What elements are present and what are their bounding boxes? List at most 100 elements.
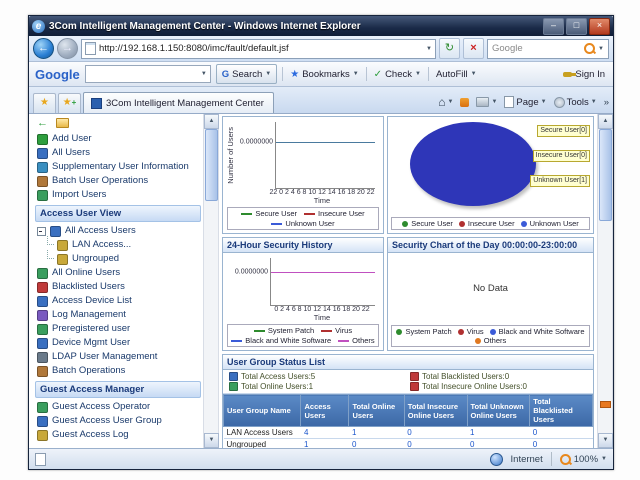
sidebar-item-log-management[interactable]: Log Management — [35, 308, 203, 322]
add-favorite-button[interactable]: ★+ — [58, 93, 81, 113]
column-header[interactable]: Access Users — [301, 395, 349, 427]
sidebar-item-import-users[interactable]: Import Users — [35, 188, 203, 202]
blacklist-icon — [37, 282, 48, 293]
sidebar-scrollbar[interactable]: ▲ ▼ — [203, 114, 219, 448]
tree-collapse-toggle[interactable] — [37, 227, 46, 236]
sidebar-item-preregistered-user[interactable]: Preregistered user — [35, 322, 203, 336]
legend-dot — [521, 221, 527, 227]
sidebar-toolbar: ← — [35, 116, 203, 132]
sidebar-item-blacklisted-users[interactable]: Blacklisted Users — [35, 280, 203, 294]
google-search-button[interactable]: G Search ▼ — [216, 64, 277, 84]
sidebar-item-batch-user-operations[interactable]: Batch User Operations — [35, 174, 203, 188]
sidebar-item-guest-access-operator[interactable]: Guest Access Operator — [35, 400, 203, 414]
column-header[interactable]: Total Online Users — [349, 395, 404, 427]
cell-user-group-name[interactable]: Ungrouped — [224, 439, 301, 449]
page-menu[interactable]: Page▼ — [504, 96, 546, 108]
y-axis-label: Number of Users — [226, 127, 235, 184]
scrollbar-thumb[interactable] — [205, 129, 218, 201]
table-row[interactable]: Ungrouped 1 0 0 0 0 — [224, 439, 593, 449]
bookmarks-button[interactable]: ★ Bookmarks ▼ — [288, 69, 360, 80]
maximize-button[interactable]: □ — [566, 18, 587, 35]
zoom-control[interactable]: 100% ▼ — [560, 454, 607, 465]
sidebar-item-lan-access[interactable]: LAN Access... — [35, 238, 203, 252]
search-icon[interactable] — [584, 43, 595, 54]
minimize-button[interactable]: – — [543, 18, 564, 35]
address-dropdown-icon[interactable]: ▼ — [426, 46, 432, 52]
google-search-input[interactable]: ▼ — [85, 65, 211, 83]
google-search-dropdown-icon[interactable]: ▼ — [201, 71, 207, 77]
browser-tab[interactable]: 3Com Intelligent Management Center — [83, 92, 274, 113]
column-header[interactable]: Total Insecure Online Users — [404, 395, 467, 427]
batch-operations-icon — [37, 366, 48, 377]
user-pie-chart-panel: Secure User[0] Insecure User[0] Unknown … — [387, 116, 594, 234]
column-header[interactable]: User Group Name — [224, 395, 301, 427]
home-button[interactable]: ⌂▼ — [438, 95, 453, 109]
sidebar-item-ungrouped[interactable]: Ungrouped — [35, 252, 203, 266]
sidebar-item-batch-operations[interactable]: Batch Operations — [35, 364, 203, 378]
print-button[interactable]: ▼ — [476, 97, 497, 107]
sidebar-item-ldap-user-management[interactable]: LDAP User Management — [35, 350, 203, 364]
search-box[interactable]: Google ▼ — [487, 39, 609, 59]
sidebar-item-all-users[interactable]: All Users — [35, 146, 203, 160]
chevron-down-icon: ▼ — [353, 71, 359, 77]
device-list-icon — [37, 296, 48, 307]
sidebar-item-access-device-list[interactable]: Access Device List — [35, 294, 203, 308]
back-arrow-icon[interactable]: ← — [37, 117, 48, 129]
tools-menu[interactable]: Tools▼ — [554, 97, 597, 108]
sidebar-item-guest-access-user-group[interactable]: Guest Access User Group — [35, 414, 203, 428]
window-title: 3Com Intelligent Management Center - Win… — [49, 21, 539, 32]
scroll-down-icon[interactable]: ▼ — [204, 433, 219, 448]
address-field[interactable]: http://192.168.1.150:8080/imc/fault/defa… — [81, 39, 436, 59]
search-dropdown-icon[interactable]: ▼ — [598, 46, 604, 52]
legend-dot — [396, 329, 402, 335]
sidebar-item-add-user[interactable]: Add User — [35, 132, 203, 146]
legend-line-swatch — [241, 213, 252, 215]
legend-item: Unknown User — [271, 219, 334, 228]
favorites-button[interactable]: ★ — [33, 93, 56, 113]
folder-icon[interactable] — [56, 118, 69, 128]
column-header[interactable]: Total Blacklisted Users — [530, 395, 593, 427]
column-header[interactable]: Total Unknown Online Users — [467, 395, 530, 427]
sidebar-item-supplementary-user-information[interactable]: Supplementary User Information — [35, 160, 203, 174]
home-icon: ⌂ — [438, 95, 445, 109]
stop-button[interactable]: × — [463, 38, 484, 59]
refresh-button[interactable]: ↻ — [439, 38, 460, 59]
back-button[interactable]: ← — [33, 38, 54, 59]
table-row[interactable]: LAN Access Users 4 1 0 1 0 — [224, 427, 593, 439]
url-text: http://192.168.1.150:8080/imc/fault/defa… — [99, 43, 423, 54]
scroll-down-icon[interactable]: ▼ — [598, 433, 613, 448]
feeds-button[interactable] — [460, 98, 469, 107]
check-button[interactable]: ✓ Check ▼ — [372, 69, 423, 80]
overflow-chevron[interactable]: » — [604, 97, 609, 108]
cell-user-group-name[interactable]: LAN Access Users — [224, 427, 301, 439]
y-axis-tick: 0.0000000 — [235, 269, 268, 276]
scrollbar-thumb[interactable] — [599, 129, 612, 221]
sidebar-item-device-mgmt-user[interactable]: Device Mgmt User — [35, 336, 203, 350]
pie-chart-area: Secure User[0] Insecure User[0] Unknown … — [388, 117, 593, 215]
sidebar-item-all-online-users[interactable]: All Online Users — [35, 266, 203, 280]
legend-item: System Patch — [254, 326, 314, 335]
user-group-icon — [57, 240, 68, 251]
section-header-guest-access-manager[interactable]: Guest Access Manager — [35, 381, 201, 398]
title-bar[interactable]: e 3Com Intelligent Management Center - W… — [29, 16, 613, 36]
sign-in-button[interactable]: Sign In — [561, 69, 607, 80]
main-scrollbar[interactable]: ▲ ▼ — [597, 114, 613, 448]
scroll-up-icon[interactable]: ▲ — [598, 114, 613, 129]
scroll-up-icon[interactable]: ▲ — [204, 114, 219, 129]
section-header-access-user-view[interactable]: Access User View — [35, 205, 201, 222]
legend-dot — [475, 338, 481, 344]
sidebar-item-guest-access-log[interactable]: Guest Access Log — [35, 428, 203, 442]
legend-item: System Patch — [396, 327, 451, 336]
sidebar-item-all-access-users[interactable]: All Access Users — [35, 224, 203, 238]
autofill-button[interactable]: AutoFill ▼ — [434, 69, 479, 80]
close-button[interactable]: × — [589, 18, 610, 35]
chart-line — [276, 142, 375, 143]
forward-button[interactable]: → — [57, 38, 78, 59]
cell-access-users[interactable]: 1 — [301, 439, 349, 449]
legend-dot — [459, 221, 465, 227]
tab-favicon — [91, 98, 102, 109]
cell-access-users[interactable]: 4 — [301, 427, 349, 439]
table-header-row: User Group Name Access Users Total Onlin… — [224, 395, 593, 427]
chart-legend: System Patch Virus Black and White Softw… — [227, 324, 379, 347]
cell-total-online-users[interactable]: 1 — [349, 427, 404, 439]
